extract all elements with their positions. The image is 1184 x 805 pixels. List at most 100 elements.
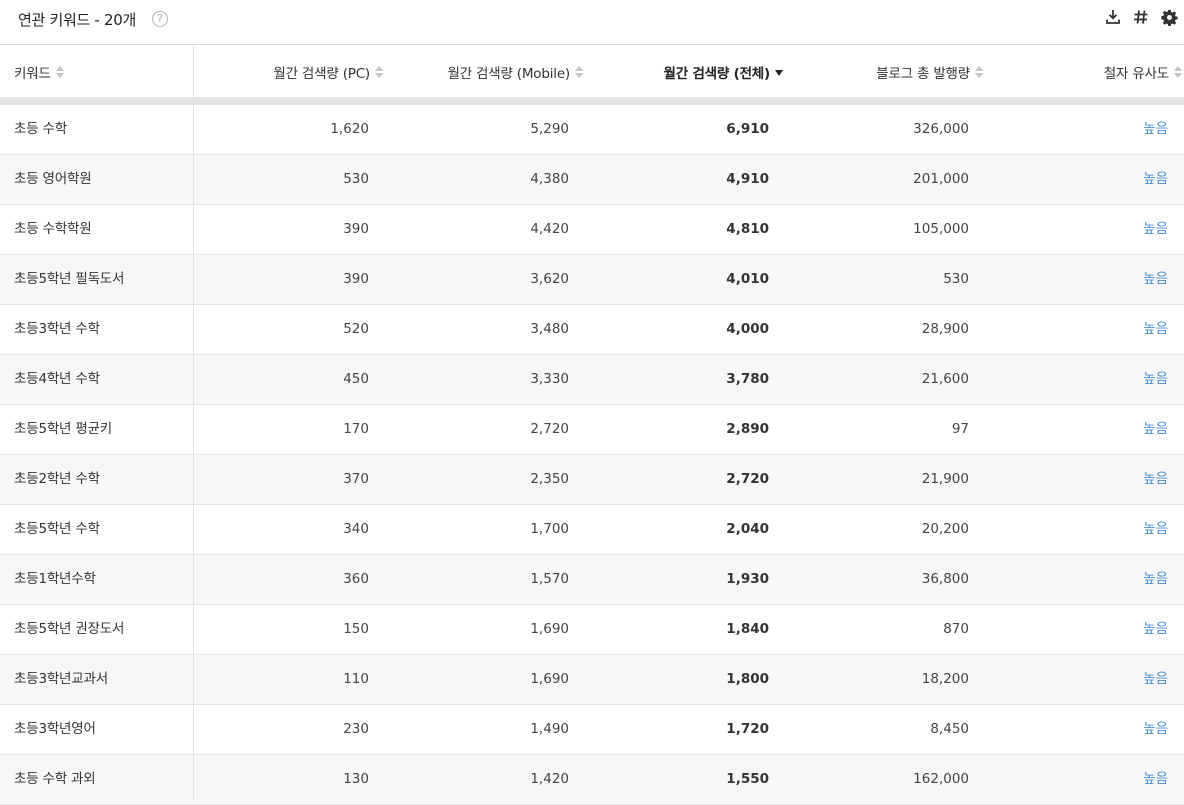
keyword-cell: 초등2학년 수학 <box>14 471 100 487</box>
column-header-keyword[interactable]: 키워드 <box>14 46 64 97</box>
table-row[interactable]: 초등5학년 평균키 170 2,720 2,890 97 높음 <box>0 405 1184 455</box>
pc-volume-cell: 340 <box>343 521 369 537</box>
keyword-cell: 초등 수학 <box>14 121 67 137</box>
mobile-volume-cell: 1,420 <box>530 771 569 787</box>
table-row[interactable]: 초등 영어학원 530 4,380 4,910 201,000 높음 <box>0 155 1184 205</box>
sort-icon <box>55 65 64 78</box>
mobile-volume-cell: 4,380 <box>530 171 569 187</box>
similarity-link[interactable]: 높음 <box>1143 655 1168 704</box>
column-header-pc[interactable]: 월간 검색량 (PC) <box>273 46 383 97</box>
blog-count-cell: 105,000 <box>913 221 969 237</box>
blog-count-cell: 21,900 <box>921 471 969 487</box>
toolbar <box>1104 7 1178 27</box>
table-row[interactable]: 초등5학년 권장도서 150 1,690 1,840 870 높음 <box>0 605 1184 655</box>
total-volume-cell: 2,720 <box>726 471 769 487</box>
pc-volume-cell: 390 <box>343 271 369 287</box>
similarity-link[interactable]: 높음 <box>1143 205 1168 254</box>
table-row[interactable]: 초등5학년 필독도서 390 3,620 4,010 530 높음 <box>0 255 1184 305</box>
keyword-cell: 초등5학년 필독도서 <box>14 271 125 287</box>
similarity-link[interactable]: 높음 <box>1143 555 1168 604</box>
pc-volume-cell: 450 <box>343 371 369 387</box>
pc-volume-cell: 370 <box>343 471 369 487</box>
mobile-volume-cell: 1,570 <box>530 571 569 587</box>
page-title: 연관 키워드 - 20개 <box>18 11 137 29</box>
similarity-link[interactable]: 높음 <box>1143 405 1168 454</box>
keyword-cell: 초등 수학 과외 <box>14 771 96 787</box>
total-volume-cell: 6,910 <box>726 121 769 137</box>
total-volume-cell: 4,910 <box>726 171 769 187</box>
table-row[interactable]: 초등5학년 수학 340 1,700 2,040 20,200 높음 <box>0 505 1184 555</box>
blog-count-cell: 28,900 <box>921 321 969 337</box>
keyword-cell: 초등4학년 수학 <box>14 371 100 387</box>
keyword-cell: 초등 영어학원 <box>14 171 92 187</box>
similarity-link[interactable]: 높음 <box>1143 305 1168 354</box>
blog-count-cell: 21,600 <box>921 371 969 387</box>
total-volume-cell: 1,930 <box>726 571 769 587</box>
total-volume-cell: 1,840 <box>726 621 769 637</box>
column-header-mobile[interactable]: 월간 검색량 (Mobile) <box>448 46 583 97</box>
mobile-volume-cell: 3,480 <box>530 321 569 337</box>
header-divider <box>0 97 1184 105</box>
mobile-volume-cell: 1,490 <box>530 721 569 737</box>
blog-count-cell: 162,000 <box>913 771 969 787</box>
pc-volume-cell: 150 <box>343 621 369 637</box>
mobile-volume-cell: 2,720 <box>530 421 569 437</box>
keyword-cell: 초등5학년 평균키 <box>14 421 113 437</box>
column-header-total[interactable]: 월간 검색량 (전체) <box>664 46 783 97</box>
sort-desc-icon <box>775 66 783 78</box>
table-row[interactable]: 초등4학년 수학 450 3,330 3,780 21,600 높음 <box>0 355 1184 405</box>
mobile-volume-cell: 1,690 <box>530 671 569 687</box>
pc-volume-cell: 390 <box>343 221 369 237</box>
similarity-link[interactable]: 높음 <box>1143 155 1168 204</box>
total-volume-cell: 1,800 <box>726 671 769 687</box>
sort-icon <box>1174 65 1182 78</box>
mobile-volume-cell: 1,700 <box>530 521 569 537</box>
similarity-link[interactable]: 높음 <box>1143 105 1168 154</box>
blog-count-cell: 530 <box>943 271 969 287</box>
total-volume-cell: 2,890 <box>726 421 769 437</box>
column-header-similarity[interactable]: 철자 유사도 <box>1104 46 1182 97</box>
mobile-volume-cell: 3,330 <box>530 371 569 387</box>
blog-count-cell: 18,200 <box>921 671 969 687</box>
similarity-link[interactable]: 높음 <box>1143 255 1168 304</box>
keyword-cell: 초등 수학학원 <box>14 221 92 237</box>
similarity-link[interactable]: 높음 <box>1143 505 1168 554</box>
table-row[interactable]: 초등 수학 과외 130 1,420 1,550 162,000 높음 <box>0 755 1184 805</box>
pc-volume-cell: 530 <box>343 171 369 187</box>
table-row[interactable]: 초등3학년교과서 110 1,690 1,800 18,200 높음 <box>0 655 1184 705</box>
total-volume-cell: 3,780 <box>726 371 769 387</box>
sort-icon <box>975 65 983 78</box>
similarity-link[interactable]: 높음 <box>1143 605 1168 654</box>
mobile-volume-cell: 4,420 <box>530 221 569 237</box>
pc-volume-cell: 110 <box>343 671 369 687</box>
table-row[interactable]: 초등3학년 수학 520 3,480 4,000 28,900 높음 <box>0 305 1184 355</box>
table-row[interactable]: 초등 수학학원 390 4,420 4,810 105,000 높음 <box>0 205 1184 255</box>
pc-volume-cell: 520 <box>343 321 369 337</box>
mobile-volume-cell: 1,690 <box>530 621 569 637</box>
table-row[interactable]: 초등3학년영어 230 1,490 1,720 8,450 높음 <box>0 705 1184 755</box>
similarity-link[interactable]: 높음 <box>1143 355 1168 404</box>
table-row[interactable]: 초등1학년수학 360 1,570 1,930 36,800 높음 <box>0 555 1184 605</box>
column-header-blog[interactable]: 블로그 총 발행량 <box>876 46 983 97</box>
total-volume-cell: 2,040 <box>726 521 769 537</box>
keyword-cell: 초등1학년수학 <box>14 571 96 587</box>
blog-count-cell: 8,450 <box>930 721 969 737</box>
mobile-volume-cell: 2,350 <box>530 471 569 487</box>
table-row[interactable]: 초등 수학 1,620 5,290 6,910 326,000 높음 <box>0 105 1184 155</box>
hashtag-icon[interactable] <box>1132 8 1150 26</box>
sort-icon <box>375 65 383 78</box>
similarity-link[interactable]: 높음 <box>1143 705 1168 754</box>
help-icon[interactable]: ? <box>152 11 168 27</box>
blog-count-cell: 36,800 <box>921 571 969 587</box>
similarity-link[interactable]: 높음 <box>1143 755 1168 804</box>
download-icon[interactable] <box>1104 8 1122 26</box>
pc-volume-cell: 130 <box>343 771 369 787</box>
total-volume-cell: 1,720 <box>726 721 769 737</box>
gear-icon[interactable] <box>1160 8 1178 26</box>
table-body: 초등 수학 1,620 5,290 6,910 326,000 높음초등 영어학원 530 4… <box>0 105 1184 805</box>
blog-count-cell: 870 <box>943 621 969 637</box>
similarity-link[interactable]: 높음 <box>1143 455 1168 504</box>
table-row[interactable]: 초등2학년 수학 370 2,350 2,720 21,900 높음 <box>0 455 1184 505</box>
keyword-cell: 초등5학년 수학 <box>14 521 100 537</box>
column-divider <box>193 46 194 800</box>
